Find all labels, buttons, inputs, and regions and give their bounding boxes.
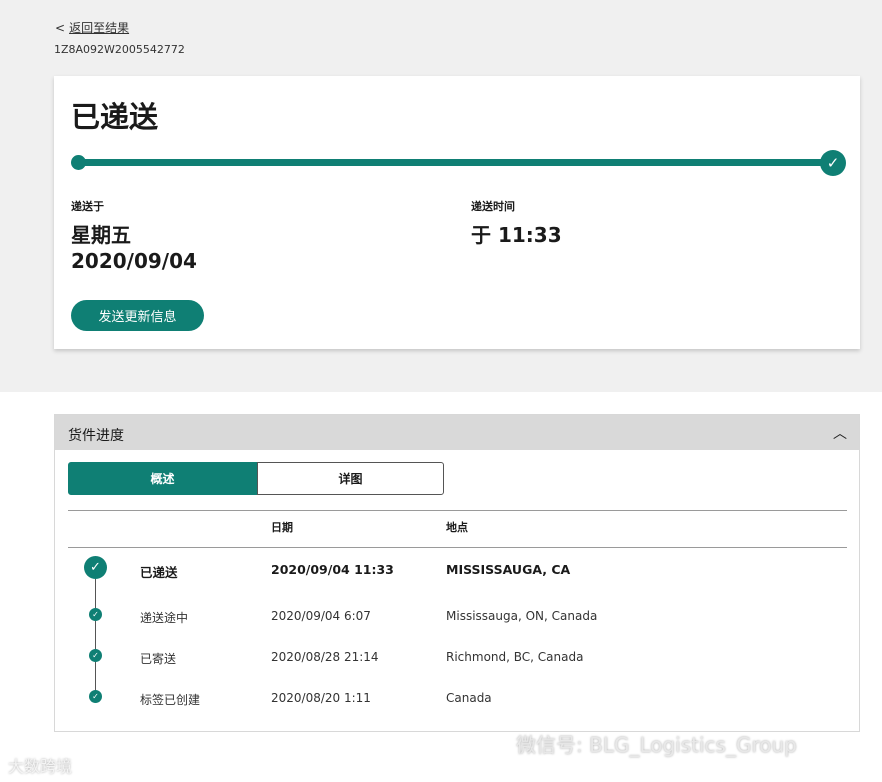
status-card: 已递送 ✓ 递送于 星期五 2020/09/04 递送时间 于 11:33 发送… — [54, 76, 860, 349]
progress-bar — [77, 159, 833, 166]
delivered-weekday: 星期五 — [71, 223, 131, 247]
shipment-progress-panel: 货件进度 ︿ 概述 详图 日期 地点 ✓ 已递送 2020/09/04 11:3… — [54, 414, 860, 732]
delivery-time: 于 11:33 — [471, 223, 562, 247]
check-icon: ✓ — [84, 556, 107, 579]
tracking-number: 1Z8A092W2005542772 — [54, 43, 185, 56]
panel-header[interactable]: 货件进度 ︿ — [55, 415, 859, 450]
event-datetime: 2020/08/28 21:14 — [271, 650, 379, 664]
brand-watermark: 大数跨境 — [8, 757, 73, 776]
progress-start-dot — [71, 155, 86, 170]
event-datetime: 2020/08/20 1:11 — [271, 691, 371, 705]
check-icon: ✓ — [820, 150, 846, 176]
event-status: 递送途中 — [140, 611, 189, 625]
column-header-date: 日期 — [271, 521, 293, 534]
divider — [68, 510, 847, 511]
panel-title: 货件进度 — [68, 428, 124, 444]
timeline-line — [95, 579, 96, 697]
column-header-location: 地点 — [446, 521, 468, 534]
back-to-results-link[interactable]: 返回至结果 — [69, 21, 129, 35]
delivered-on-label: 递送于 — [71, 200, 104, 213]
delivered-date: 2020/09/04 — [71, 249, 197, 273]
tab-overview[interactable]: 概述 — [68, 462, 257, 495]
chevron-up-icon[interactable]: ︿ — [833, 423, 847, 443]
wechat-watermark: 微信号: BLG_Logistics_Group — [516, 733, 797, 757]
event-location: MISSISSAUGA, CA — [446, 562, 571, 577]
divider — [68, 547, 847, 548]
event-status: 已寄送 — [140, 652, 177, 666]
event-status: 已递送 — [140, 565, 178, 580]
event-datetime: 2020/09/04 11:33 — [271, 562, 394, 577]
event-status: 标签已创建 — [140, 693, 201, 707]
send-updates-button[interactable]: 发送更新信息 — [71, 300, 204, 331]
status-title: 已递送 — [71, 100, 159, 134]
tab-detail[interactable]: 详图 — [257, 462, 444, 495]
check-icon: ✓ — [89, 690, 102, 703]
back-arrow-icon[interactable]: < — [55, 21, 65, 35]
event-location: Mississauga, ON, Canada — [446, 609, 598, 623]
event-datetime: 2020/09/04 6:07 — [271, 609, 371, 623]
back-nav: < 返回至结果 — [55, 19, 129, 36]
delivery-time-label: 递送时间 — [471, 200, 515, 213]
check-icon: ✓ — [89, 608, 102, 621]
check-icon: ✓ — [89, 649, 102, 662]
event-location: Canada — [446, 691, 492, 705]
event-location: Richmond, BC, Canada — [446, 650, 584, 664]
